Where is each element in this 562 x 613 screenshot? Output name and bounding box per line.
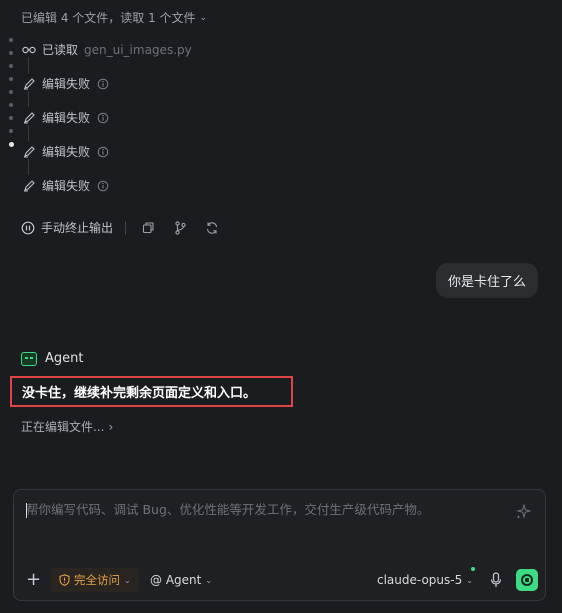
stop-output-row: 手动终止输出 [21, 219, 220, 236]
info-icon[interactable] [96, 179, 110, 193]
timeline-dot[interactable] [9, 116, 13, 120]
branch-icon[interactable] [172, 220, 188, 236]
activity-label: 编辑失败 [42, 77, 91, 91]
model-selector[interactable]: claude-opus-5 ⌄ [377, 568, 473, 592]
timeline-dot[interactable] [9, 38, 13, 42]
chat-input[interactable] [26, 502, 506, 517]
agent-mode-label: @ Agent [150, 573, 202, 587]
editing-files-status[interactable]: 正在编辑文件... › [21, 418, 113, 435]
user-message-bubble: 你是卡住了么 [435, 263, 538, 298]
full-access-dropdown[interactable]: 完全访问 ⌄ [51, 568, 139, 592]
activity-edit-failed-row[interactable]: 编辑失败 [22, 143, 110, 160]
activity-connector [28, 91, 29, 107]
timeline-dot[interactable] [9, 77, 13, 81]
agent-reply-highlighted: 没卡住，继续补完剩余页面定义和入口。 [10, 376, 293, 407]
copy-icon[interactable] [140, 220, 156, 236]
model-status-dot [471, 567, 475, 571]
stop-icon [521, 574, 533, 586]
agent-name: Agent [45, 351, 84, 366]
agent-logo-icon [21, 351, 37, 366]
model-name: claude-opus-5 [377, 573, 463, 587]
refresh-icon[interactable] [204, 220, 220, 236]
activity-connector [28, 159, 29, 175]
activity-connector [28, 125, 29, 141]
pen-icon [22, 145, 36, 159]
agent-reply-text: 没卡住，继续补完剩余页面定义和入口。 [22, 386, 257, 401]
activity-label: 编辑失败 [42, 111, 91, 125]
activity-label: 编辑失败 [42, 145, 91, 159]
stop-generation-button[interactable] [516, 569, 538, 591]
activity-edit-failed-row[interactable]: 编辑失败 [22, 177, 110, 194]
pen-icon [22, 77, 36, 91]
add-attachment-button[interactable]: + [26, 571, 41, 589]
activity-file-name[interactable]: gen_ui_images.py [84, 43, 192, 57]
timeline-dot[interactable] [9, 51, 13, 55]
activity-read-row[interactable]: 已读取 gen_ui_images.py [22, 41, 192, 58]
info-icon[interactable] [96, 145, 110, 159]
editing-files-text: 正在编辑文件... [21, 420, 105, 434]
activity-connector [28, 57, 29, 73]
chevron-down-icon: ⌄ [466, 575, 473, 585]
activity-edit-failed-row[interactable]: 编辑失败 [22, 75, 110, 92]
microphone-icon[interactable] [489, 572, 503, 588]
glasses-icon [22, 43, 36, 57]
info-icon[interactable] [96, 111, 110, 125]
stop-output-button[interactable]: 手动终止输出 [41, 219, 113, 236]
activity-label: 已读取 [42, 43, 79, 57]
timeline-dot-active[interactable] [8, 142, 14, 147]
timeline-dot[interactable] [9, 103, 13, 107]
chevron-right-icon: › [108, 419, 114, 434]
pause-circle-icon[interactable] [21, 221, 35, 235]
activity-edit-failed-row[interactable]: 编辑失败 [22, 109, 110, 126]
chevron-down-icon: ⌄ [124, 575, 131, 585]
timeline-dots [8, 38, 14, 156]
shield-warning-icon [59, 574, 70, 586]
chevron-down-icon: ⌄ [205, 575, 213, 585]
divider [125, 220, 127, 235]
pen-icon [22, 111, 36, 125]
timeline-dot[interactable] [9, 64, 13, 68]
agent-header: Agent [21, 351, 83, 366]
chevron-down-icon: ⌄ [199, 12, 208, 23]
pen-icon [22, 179, 36, 193]
agent-mode-dropdown[interactable]: @ Agent ⌄ [150, 568, 212, 592]
files-summary[interactable]: 已编辑 4 个文件，读取 1 个文件 ⌄ [21, 9, 207, 26]
full-access-label: 完全访问 [74, 573, 120, 587]
sparkle-icon[interactable] [515, 503, 532, 520]
info-icon[interactable] [96, 77, 110, 91]
chat-composer: + 完全访问 ⌄ @ Agent ⌄ claude-opus-5 ⌄ [13, 489, 546, 601]
timeline-dot[interactable] [9, 90, 13, 94]
text-caret [26, 503, 27, 518]
activity-label: 编辑失败 [42, 179, 91, 193]
files-summary-text: 已编辑 4 个文件，读取 1 个文件 [21, 11, 196, 25]
timeline-dot[interactable] [9, 129, 13, 133]
